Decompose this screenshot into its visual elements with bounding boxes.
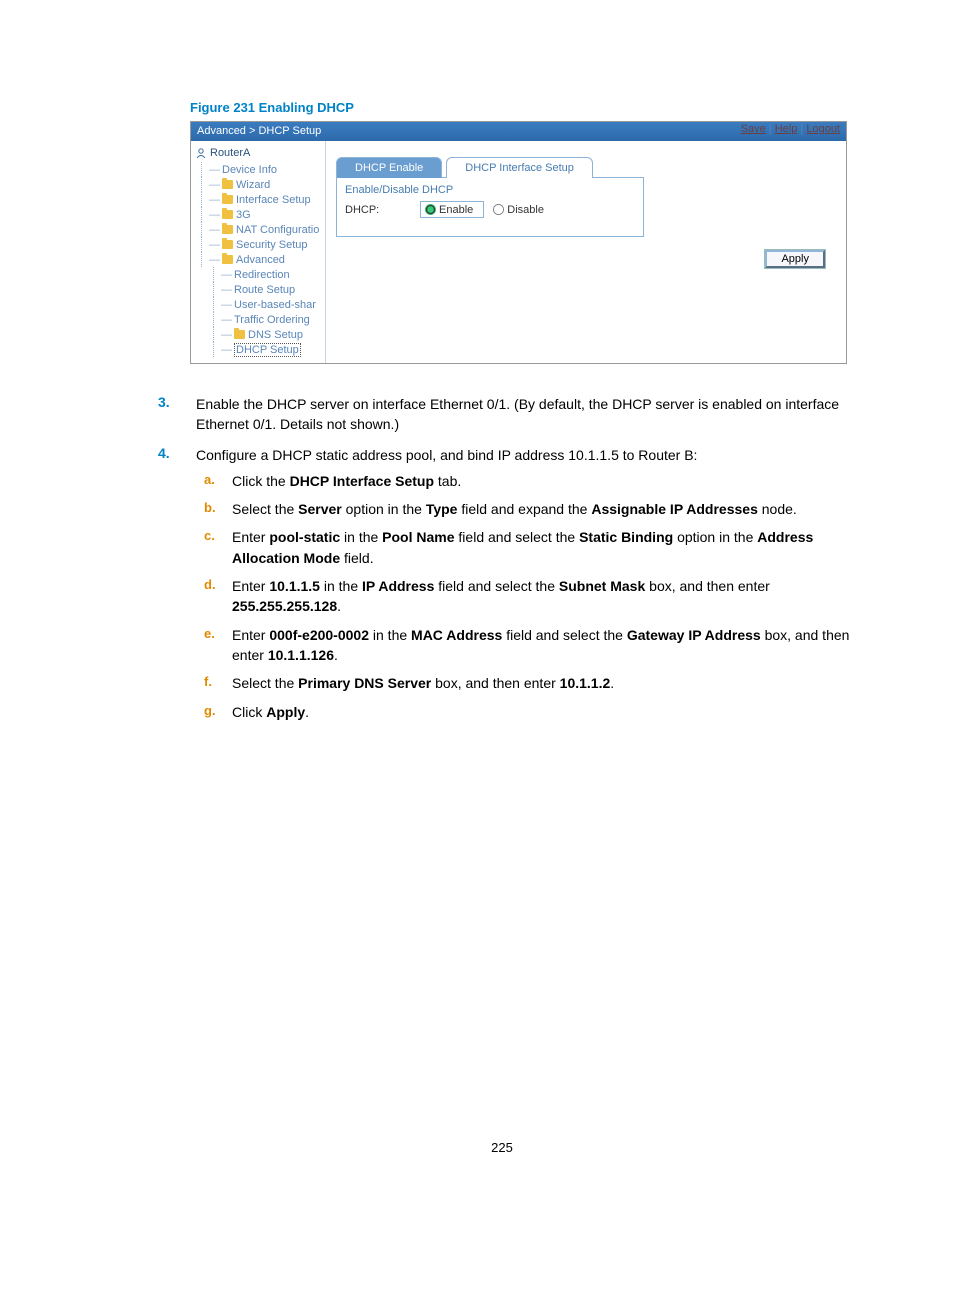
substep-g: g. Click Apply. bbox=[196, 702, 854, 722]
dhcp-label: DHCP: bbox=[345, 204, 420, 216]
screenshot-window: Advanced > DHCP Setup Save | Help | Logo… bbox=[190, 121, 847, 364]
breadcrumb-bar: Advanced > DHCP Setup Save | Help | Logo… bbox=[191, 122, 846, 141]
help-link[interactable]: Help bbox=[775, 123, 798, 135]
apply-button[interactable]: Apply bbox=[765, 250, 825, 268]
page-number: 225 bbox=[150, 1140, 854, 1155]
nav-root[interactable]: RouterA bbox=[195, 147, 325, 159]
folder-icon bbox=[222, 255, 233, 264]
nav-item-wizard[interactable]: —Wizard bbox=[195, 177, 325, 192]
substep-d: d. Enter 10.1.1.5 in the IP Address fiel… bbox=[196, 576, 854, 617]
dhcp-enable-input[interactable] bbox=[425, 204, 436, 215]
user-icon bbox=[195, 147, 207, 159]
folder-icon bbox=[234, 330, 245, 339]
logout-link[interactable]: Logout bbox=[806, 123, 840, 135]
nav-item-3g[interactable]: —3G bbox=[195, 207, 325, 222]
main-panel: DHCP Enable DHCP Interface Setup Enable/… bbox=[326, 141, 846, 363]
tab-dhcp-interface-setup[interactable]: DHCP Interface Setup bbox=[446, 157, 593, 178]
step-text: Configure a DHCP static address pool, an… bbox=[196, 445, 854, 465]
nav-item-traffic-ordering[interactable]: —Traffic Ordering bbox=[207, 312, 325, 327]
substep-b: b. Select the Server option in the Type … bbox=[196, 499, 854, 519]
save-link[interactable]: Save bbox=[741, 123, 766, 135]
breadcrumb: Advanced > DHCP Setup bbox=[197, 125, 321, 137]
step-4: 4. Configure a DHCP static address pool,… bbox=[150, 445, 854, 730]
nav-item-dhcp-setup[interactable]: —DHCP Setup bbox=[207, 342, 325, 357]
substep-letter: g. bbox=[196, 702, 232, 722]
substep-letter: f. bbox=[196, 673, 232, 693]
folder-icon bbox=[222, 225, 233, 234]
nav-item-nat[interactable]: —NAT Configuratio bbox=[195, 222, 325, 237]
nav-item-route-setup[interactable]: —Route Setup bbox=[207, 282, 325, 297]
step-3: 3. Enable the DHCP server on interface E… bbox=[150, 394, 854, 435]
substep-letter: b. bbox=[196, 499, 232, 519]
figure-title: Figure 231 Enabling DHCP bbox=[190, 100, 854, 115]
substep-letter: c. bbox=[196, 527, 232, 568]
panel-legend: Enable/Disable DHCP bbox=[345, 184, 635, 196]
substep-e: e. Enter 000f-e200-0002 in the MAC Addre… bbox=[196, 625, 854, 666]
nav-item-user-based-shar[interactable]: —User-based-shar bbox=[207, 297, 325, 312]
step-number: 3. bbox=[150, 394, 196, 435]
substep-f: f. Select the Primary DNS Server box, an… bbox=[196, 673, 854, 693]
dhcp-disable-label: Disable bbox=[507, 204, 544, 216]
folder-icon bbox=[222, 195, 233, 204]
dhcp-enable-panel: Enable/Disable DHCP DHCP: Enable Disable bbox=[336, 177, 644, 237]
dhcp-disable-input[interactable] bbox=[493, 204, 504, 215]
dhcp-enable-label: Enable bbox=[439, 204, 473, 216]
substep-a: a. Click the DHCP Interface Setup tab. bbox=[196, 471, 854, 491]
substep-letter: d. bbox=[196, 576, 232, 617]
step-text: Enable the DHCP server on interface Ethe… bbox=[196, 394, 854, 435]
nav-item-security[interactable]: —Security Setup bbox=[195, 237, 325, 252]
step-number: 4. bbox=[150, 445, 196, 730]
nav-item-interface-setup[interactable]: —Interface Setup bbox=[195, 192, 325, 207]
nav-item-device-info[interactable]: —Device Info bbox=[195, 162, 325, 177]
substep-c: c. Enter pool-static in the Pool Name fi… bbox=[196, 527, 854, 568]
nav-item-advanced[interactable]: —Advanced bbox=[195, 252, 325, 267]
tab-dhcp-enable[interactable]: DHCP Enable bbox=[336, 157, 442, 178]
nav-root-label: RouterA bbox=[210, 147, 250, 159]
substep-letter: e. bbox=[196, 625, 232, 666]
substep-letter: a. bbox=[196, 471, 232, 491]
folder-icon bbox=[222, 210, 233, 219]
top-links: Save | Help | Logout bbox=[741, 122, 840, 137]
dhcp-disable-radio[interactable]: Disable bbox=[492, 203, 544, 216]
nav-sidebar: RouterA —Device Info —Wizard —Interface … bbox=[191, 141, 326, 363]
folder-icon bbox=[222, 240, 233, 249]
nav-item-redirection[interactable]: —Redirection bbox=[207, 267, 325, 282]
dhcp-enable-radio[interactable]: Enable bbox=[420, 201, 484, 218]
nav-item-dns-setup[interactable]: —DNS Setup bbox=[207, 327, 325, 342]
folder-icon bbox=[222, 180, 233, 189]
